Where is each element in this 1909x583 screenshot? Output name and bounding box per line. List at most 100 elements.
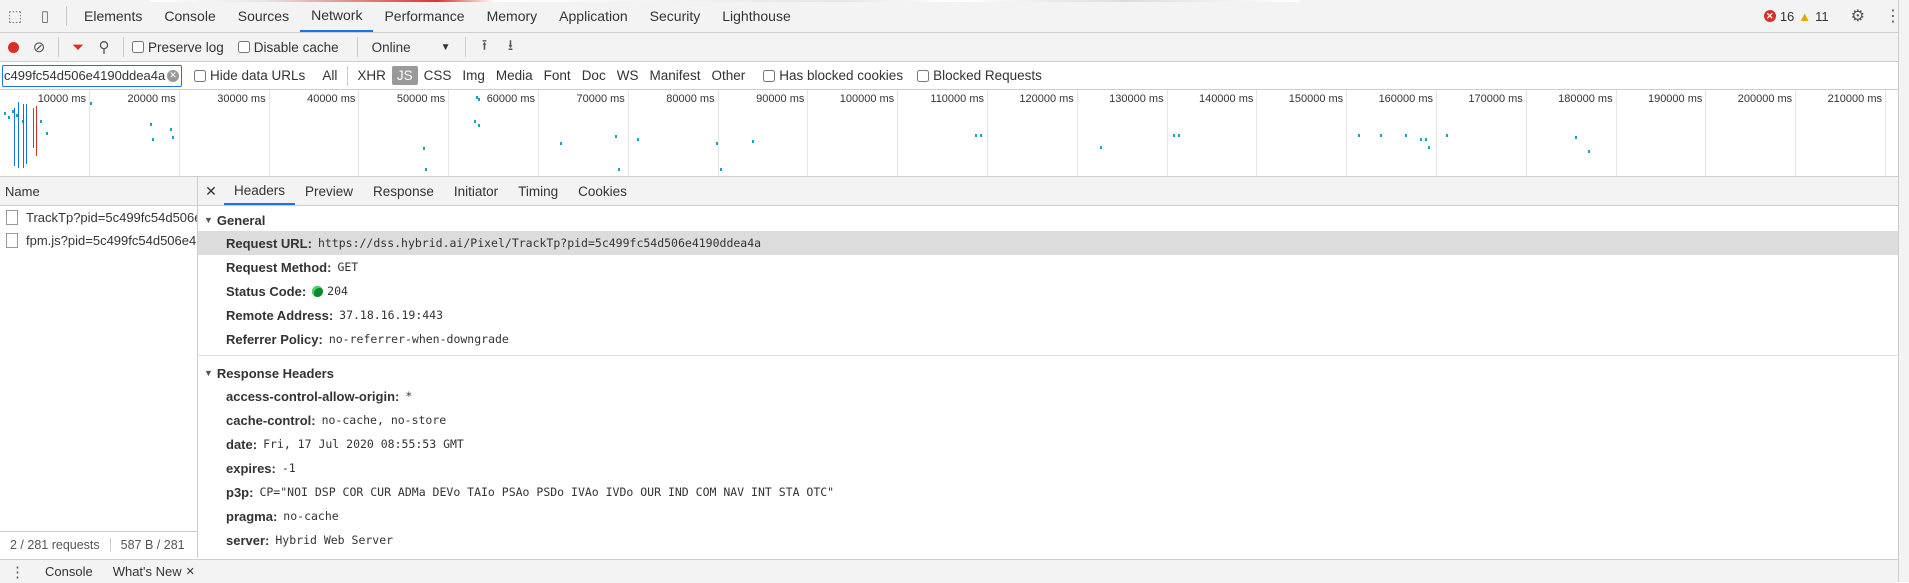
header-row-status-code[interactable]: Status Code: 204	[198, 279, 1898, 303]
type-filter-js[interactable]: JS	[391, 66, 418, 85]
header-row-request-url[interactable]: Request URL: https://dss.hybrid.ai/Pixel/…	[198, 231, 1898, 255]
request-mark	[1425, 138, 1427, 141]
header-row-referrer-policy[interactable]: Referrer Policy: no-referrer-when-downgra…	[198, 327, 1898, 351]
filter-input[interactable]: c499fc54d506e4190ddea4a ✕	[2, 64, 182, 87]
tab-sources[interactable]: Sources	[227, 0, 300, 32]
timeline-tick-label: 80000 ms	[666, 93, 715, 105]
timeline-gridline	[538, 90, 539, 176]
header-row[interactable]: date: Fri, 17 Jul 2020 08:55:53 GMT	[198, 432, 1898, 456]
disable-cache-checkbox[interactable]: Disable cache	[236, 40, 339, 55]
timeline-gridline	[1795, 90, 1797, 176]
hide-data-urls-checkbox[interactable]: Hide data URLs	[192, 68, 305, 83]
header-row[interactable]: server: Hybrid Web Server	[198, 528, 1898, 552]
settings-gear-icon[interactable]: ⚙	[1851, 6, 1865, 26]
type-filter-font[interactable]: Font	[539, 66, 576, 85]
type-filter-other[interactable]: Other	[706, 66, 750, 85]
header-row[interactable]: expires: -1	[198, 456, 1898, 480]
tab-memory[interactable]: Memory	[476, 0, 549, 32]
timeline-gridline	[1076, 90, 1078, 176]
type-filter-css[interactable]: CSS	[419, 66, 457, 85]
tab-timing[interactable]: Timing	[508, 177, 568, 205]
drawer-tab-whats-new[interactable]: What's New	[103, 564, 186, 579]
timeline-tick-label: 160000 ms	[1378, 93, 1433, 105]
tab-network[interactable]: Network	[300, 0, 374, 32]
clear-filter-icon[interactable]: ✕	[167, 69, 179, 82]
type-filter-img[interactable]: Img	[457, 66, 490, 85]
type-filter-xhr[interactable]: XHR	[352, 66, 391, 85]
timeline-gridline	[807, 90, 809, 176]
export-har-button[interactable]: ⭳	[498, 33, 524, 61]
tab-console[interactable]: Console	[153, 0, 226, 32]
header-row-remote-address[interactable]: Remote Address: 37.18.16.19:443	[198, 303, 1898, 327]
tab-preview[interactable]: Preview	[295, 177, 363, 205]
timeline-gridline	[1256, 90, 1258, 176]
has-blocked-cookies-checkbox[interactable]: Has blocked cookies	[761, 68, 903, 83]
close-icon[interactable]: ✕	[186, 565, 195, 578]
close-icon[interactable]: ✕	[198, 183, 224, 200]
record-button[interactable]	[0, 33, 26, 61]
clear-icon: ⊘	[32, 39, 46, 56]
filter-button[interactable]: ⏷	[65, 33, 91, 61]
type-filter-doc[interactable]: Doc	[577, 66, 611, 85]
throttling-select[interactable]: Online ▼	[372, 40, 451, 55]
header-value: -1	[281, 461, 296, 475]
blocked-requests-checkbox[interactable]: Blocked Requests	[915, 68, 1042, 83]
request-details-panel: ✕ Headers Preview Response Initiator Tim…	[198, 177, 1898, 558]
timeline-gridline	[987, 90, 988, 176]
disable-cache-input[interactable]	[237, 41, 250, 53]
header-value: Fri, 17 Jul 2020 08:55:53 GMT	[263, 437, 464, 451]
divider	[464, 37, 466, 57]
type-filter-media[interactable]: Media	[491, 66, 538, 85]
request-mark	[1178, 134, 1180, 137]
header-value: https://dss.hybrid.ai/Pixel/TrackTp?pid=…	[317, 236, 762, 250]
request-mark	[423, 147, 425, 150]
type-filter-all[interactable]: All	[317, 66, 342, 85]
name-column-header[interactable]: Name	[0, 177, 197, 206]
request-mark	[478, 124, 480, 127]
header-value: 204	[327, 284, 348, 298]
preserve-log-input[interactable]	[132, 41, 144, 53]
clear-button[interactable]: ⊘	[26, 33, 52, 61]
request-mark	[1100, 146, 1102, 149]
request-mark	[170, 128, 172, 131]
tab-headers[interactable]: Headers	[224, 177, 296, 205]
divider	[58, 37, 59, 57]
timeline-gridline	[268, 90, 270, 176]
has-blocked-cookies-input[interactable]	[763, 69, 776, 82]
drawer-tab-console[interactable]: Console	[35, 564, 103, 579]
drawer-menu-icon[interactable]: ⋮	[0, 563, 35, 581]
timeline-tick-label: 150000 ms	[1288, 93, 1344, 105]
header-row[interactable]: pragma: no-cache	[198, 504, 1898, 528]
tab-initiator[interactable]: Initiator	[444, 177, 508, 205]
tab-security[interactable]: Security	[639, 0, 712, 32]
request-row[interactable]: TrackTp?pid=5c499fc54d506e4190ddea4a	[0, 206, 197, 229]
general-section-header[interactable]: ▼ General	[198, 209, 1898, 231]
request-row[interactable]: fpm.js?pid=5c499fc54d506e4190ddea4a	[0, 229, 197, 252]
tab-performance[interactable]: Performance	[373, 0, 475, 32]
preserve-log-checkbox[interactable]: Preserve log	[130, 40, 224, 55]
tab-cookies[interactable]: Cookies	[568, 177, 637, 205]
tab-lighthouse[interactable]: Lighthouse	[711, 0, 802, 32]
type-filter-ws[interactable]: WS	[612, 66, 644, 85]
tab-response[interactable]: Response	[363, 177, 444, 205]
import-har-button[interactable]: ⭱	[472, 33, 498, 61]
header-row-request-method[interactable]: Request Method: GET	[198, 255, 1898, 279]
issue-counts[interactable]: ✕ 16 ▲ 11 ⚙ ⋮	[1763, 6, 1909, 26]
header-row[interactable]: p3p: CP="NOI DSP COR CUR ADMa DEVo TAIo P…	[198, 480, 1898, 504]
device-toolbar-icon[interactable]: ▯	[30, 0, 60, 32]
tab-application[interactable]: Application	[548, 0, 639, 32]
triangle-down-icon: ▼	[204, 368, 213, 378]
search-button[interactable]: ⚲	[91, 33, 117, 61]
inspect-element-icon[interactable]: ⬚	[0, 0, 30, 32]
request-mark	[975, 134, 977, 137]
network-overview-timeline[interactable]: 10000 ms 20000 ms 30000 ms 40000 ms 50000 ms…	[0, 90, 1898, 177]
blocked-requests-input[interactable]	[917, 69, 930, 82]
hide-data-urls-input[interactable]	[194, 69, 206, 82]
tab-elements[interactable]: Elements	[73, 0, 153, 32]
request-mark	[474, 120, 476, 123]
filter-bar: c499fc54d506e4190ddea4a ✕ Hide data URLs…	[0, 62, 1909, 90]
header-row[interactable]: cache-control: no-cache, no-store	[198, 408, 1898, 432]
response-headers-section-header[interactable]: ▼ Response Headers	[198, 362, 1898, 384]
type-filter-manifest[interactable]: Manifest	[644, 66, 705, 85]
header-row[interactable]: access-control-allow-origin: *	[198, 384, 1898, 408]
